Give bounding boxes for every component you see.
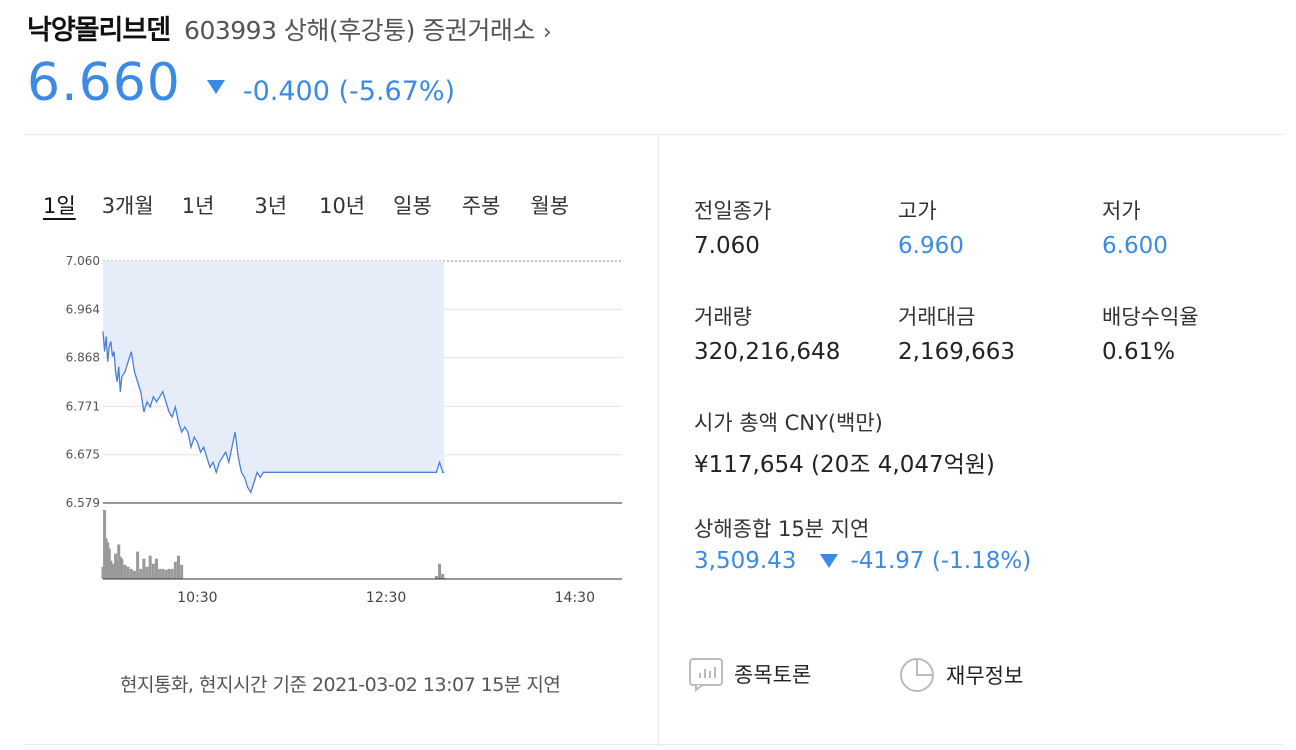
current-price: 6.660 [27, 53, 181, 113]
volume-bar [161, 568, 165, 579]
down-triangle-icon [820, 554, 839, 568]
stat-value: 2,169,663 [898, 339, 1016, 365]
panel-divider [658, 134, 659, 746]
volume-bar [123, 564, 127, 579]
stat-trade-value: 거래대금 2,169,663 [898, 301, 1015, 365]
stat-value: 7.060 [694, 233, 760, 259]
x-tick-label: 10:30 [177, 590, 217, 606]
intraday-chart[interactable]: 7.060 6.964 6.868 6.771 6.675 6.579 10:30 12:30… [40, 245, 640, 615]
y-tick-label: 6.868 [66, 351, 100, 365]
price-area [103, 261, 445, 493]
chevron-right-icon[interactable]: › [543, 20, 552, 45]
volume-bar [139, 568, 143, 579]
y-tick-label: 7.060 [66, 254, 100, 268]
period-tabs: 1일 3개월 1년 3년 10년 일봉 주봉 월봉 [43, 190, 569, 220]
stat-low: 저가 6.600 [1102, 195, 1168, 259]
down-triangle-icon [206, 80, 225, 94]
stat-label: 거래대금 [898, 305, 976, 329]
volume-bar [176, 555, 180, 579]
financial-info-button[interactable]: 재무정보 [898, 656, 1023, 694]
volume-bar [148, 555, 152, 579]
title-row: 낙양몰리브덴 603993 상해(후강퉁) 증권거래소 › [27, 8, 552, 47]
volume-bar [164, 569, 168, 579]
volume-bar [145, 566, 149, 579]
volume-bar [173, 561, 177, 579]
index-change: -41.97 (-1.18%) [850, 548, 1032, 574]
header-divider [24, 134, 1284, 135]
stat-label: 배당수익율 [1102, 305, 1199, 329]
stat-value: 6.600 [1102, 233, 1168, 259]
volume-bar [126, 566, 130, 579]
volume-bar [132, 570, 136, 579]
x-tick-label: 12:30 [366, 590, 406, 606]
volume-bar [154, 558, 158, 579]
pie-chart-icon [900, 658, 934, 692]
y-tick-label: 6.579 [66, 496, 100, 510]
volume-bar [167, 568, 171, 579]
stat-label: 고가 [898, 199, 937, 223]
volume-bar [438, 563, 442, 579]
volume-bar [129, 568, 133, 579]
volume-bar [120, 558, 124, 579]
bottom-divider [24, 744, 1284, 745]
stat-value: 6.960 [898, 233, 964, 259]
index-label: 상해종합 15분 지연 [694, 517, 870, 541]
volume-bar [180, 564, 184, 579]
stat-label: 거래량 [694, 305, 752, 329]
stat-label: 시가 총액 CNY(백만) [694, 411, 883, 435]
volume-bar [136, 551, 140, 579]
tab-weekly[interactable]: 주봉 [462, 190, 501, 220]
stock-name: 낙양몰리브덴 [27, 15, 171, 46]
tab-daily[interactable]: 일봉 [393, 190, 432, 220]
volume-bar [142, 558, 146, 579]
price-row: 6.660 -0.400 (-5.67%) [27, 53, 552, 113]
stat-prev-close: 전일종가 7.060 [694, 195, 771, 259]
price-change: -0.400 (-5.67%) [242, 76, 456, 107]
footnote: 현지통화, 현지시간 기준 2021-03-02 13:07 15분 지연 [120, 674, 561, 696]
stat-value: 320,216,648 [694, 339, 841, 365]
financial-info-label: 재무정보 [946, 664, 1024, 688]
tab-monthly[interactable]: 월봉 [530, 190, 569, 220]
index-value: 3,509.43 [694, 548, 797, 574]
tab-3m[interactable]: 3개월 [102, 190, 154, 220]
volume-bar [158, 568, 162, 579]
index-label-block: 상해종합 15분 지연 [694, 513, 869, 543]
stock-exchange-link[interactable]: 603993 상해(후강퉁) 증권거래소 [184, 11, 535, 47]
stat-high: 고가 6.960 [898, 195, 964, 259]
stat-volume: 거래량 320,216,648 [694, 301, 840, 365]
x-tick-label: 14:30 [555, 590, 595, 606]
volume-bar [151, 563, 155, 579]
y-tick-label: 6.771 [66, 399, 100, 413]
stat-market-cap: 시가 총액 CNY(백만) ¥117,654 (20조 4,047억원) [694, 407, 995, 479]
stat-value: ¥117,654 (20조 4,047억원) [694, 452, 995, 478]
volume-bar [170, 568, 174, 579]
index-row: 3,509.43 -41.97 (-1.18%) [694, 548, 1031, 574]
stat-dividend-yield: 배당수익율 0.61% [1102, 301, 1199, 365]
discussion-button[interactable]: 종목토론 [688, 656, 811, 692]
y-tick-label: 6.675 [66, 448, 100, 462]
stat-value: 0.61% [1102, 339, 1176, 365]
stock-header: 낙양몰리브덴 603993 상해(후강퉁) 증권거래소 › 6.660 -0.4… [27, 8, 552, 113]
y-tick-label: 6.964 [66, 302, 100, 316]
tab-1d[interactable]: 1일 [43, 190, 76, 220]
discussion-chart-icon [689, 658, 723, 692]
tab-3y[interactable]: 3년 [254, 190, 287, 220]
discussion-label: 종목토론 [734, 663, 812, 687]
tab-1y[interactable]: 1년 [182, 190, 215, 220]
stat-label: 저가 [1102, 199, 1141, 223]
tab-10y[interactable]: 10년 [319, 190, 365, 220]
stat-label: 전일종가 [694, 199, 772, 223]
